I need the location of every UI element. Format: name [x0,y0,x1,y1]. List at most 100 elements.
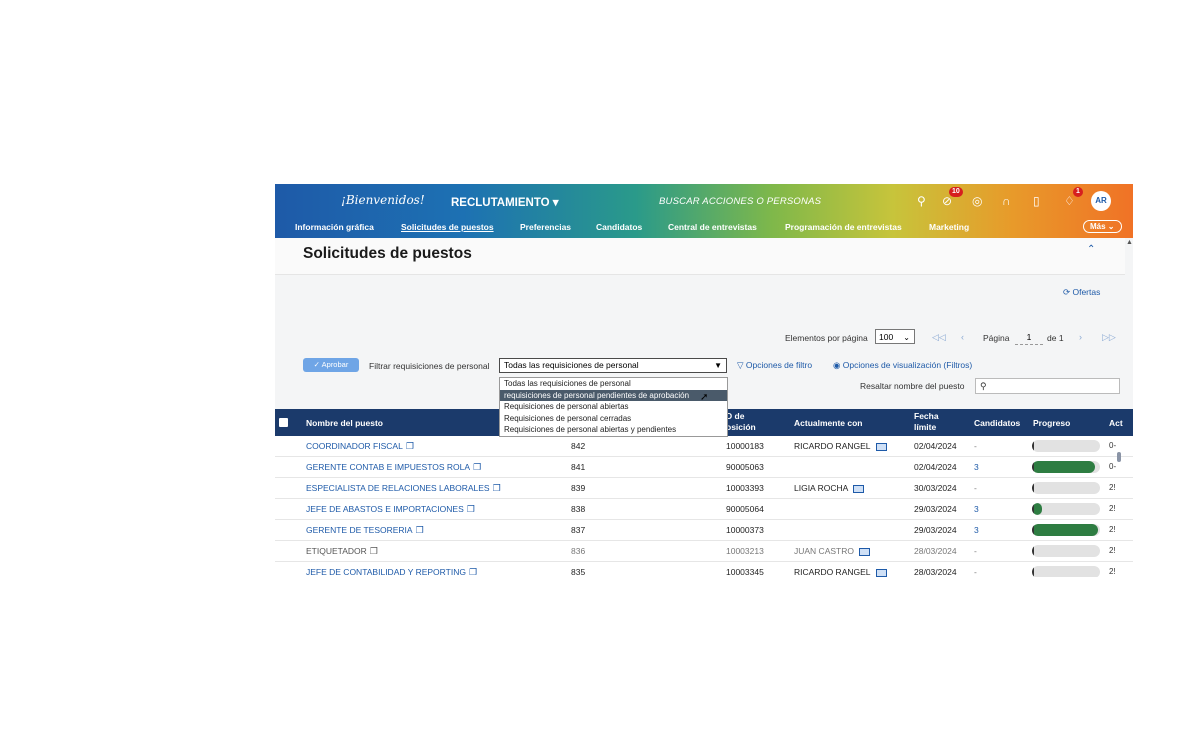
nav-central-de-entrevistas[interactable]: Central de entrevistas [668,222,757,232]
select-all-checkbox[interactable] [279,418,288,427]
prev-page-icon[interactable]: ‹ [961,332,964,342]
next-page-icon[interactable]: › [1079,332,1082,342]
job-title-link[interactable]: JEFE DE CONTABILIDAD Y REPORTING ❐ [306,567,477,577]
filter-option-highlighted[interactable]: requisiciones de personal pendientes de … [500,389,727,401]
contact-card-icon[interactable] [853,484,865,493]
candidates-count[interactable]: 3 [974,504,979,514]
col-name[interactable]: Nombre del puesto [306,418,383,429]
scroll-up-arrow[interactable]: ▲ [1126,239,1133,246]
filter-option[interactable]: Requisiciones de personal abiertas [500,401,727,413]
table-row[interactable]: GERENTE DE TESORERIA ❐ 837 10000373 29/03/20… [275,520,1133,541]
nav-candidatos[interactable]: Candidatos [596,222,642,232]
contact-card-icon[interactable] [875,442,887,451]
job-title-link[interactable]: GERENTE DE TESORERIA ❐ [306,525,424,536]
document-icon[interactable]: ❐ [469,567,477,577]
filter-dropdown-list: Todas las requisiciones de personal requ… [499,377,728,437]
table-row[interactable]: GERENTE CONTAB E IMPUESTOS ROLA ❐ 841 90005… [275,457,1133,478]
position-id: 90005064 [726,504,764,514]
filter-label: Filtrar requisiciones de personal [369,361,490,371]
module-switcher[interactable]: RECLUTAMIENTO ▾ [451,195,559,209]
col-progress[interactable]: Progreso [1033,418,1070,429]
actions-cell[interactable]: 2! [1109,567,1116,576]
notifications-badge: 1 [1073,187,1083,197]
progress-bar [1032,524,1100,536]
current-owner: RICARDO RANGEL [794,441,887,451]
chat-icon[interactable]: ◎ [972,194,982,208]
search-icon[interactable]: ⚲ [917,194,926,208]
filter-option[interactable]: Todas las requisiciones de personal [500,378,727,390]
col-current[interactable]: Actualmente con [794,418,863,429]
requisition-number: 841 [571,462,586,472]
table-scrollbar[interactable] [1117,452,1121,462]
col-position-id[interactable]: D de osición [726,411,756,433]
nav-informacion-grafica[interactable]: Información gráfica [295,222,374,232]
contact-card-icon[interactable] [875,568,887,577]
table-row[interactable]: JEFE DE CONTABILIDAD Y REPORTING ❐ 835 1000… [275,562,1133,577]
more-menu-button[interactable]: Más ⌄ [1083,220,1122,233]
filter-options-link[interactable]: ▽ Opciones de filtro [737,360,812,371]
candidates-count[interactable]: 3 [974,462,979,472]
col-due-date[interactable]: Fecha límite [914,411,939,433]
per-page-select[interactable]: 100 ⌄ [875,329,915,344]
current-owner: RICARDO RANGEL [794,567,887,577]
global-search[interactable]: BUSCAR ACCIONES O PERSONAS [659,196,821,207]
bell-icon[interactable]: ♢ [1064,194,1075,208]
progress-start-mark [1032,482,1034,494]
nav-solicitudes-de-puestos[interactable]: Solicitudes de puestos [401,222,494,232]
candidates-count[interactable]: 3 [974,525,979,535]
progress-start-mark [1032,566,1034,577]
headset-icon[interactable]: ∩ [1002,194,1011,208]
actions-cell[interactable]: 2! [1109,483,1116,492]
actions-cell[interactable]: 2! [1109,525,1116,534]
brand-logo[interactable]: ¡Bienvenidos! [341,193,425,207]
candidates-count: - [974,483,977,493]
last-page-icon[interactable]: ▷▷ [1102,332,1116,343]
job-title-link[interactable]: ETIQUETADOR ❐ [306,546,378,557]
job-title-link[interactable]: COORDINADOR FISCAL ❐ [306,441,414,452]
filter-selected-value: Todas las requisiciones de personal [504,360,639,370]
job-title-link[interactable]: GERENTE CONTAB E IMPUESTOS ROLA ❐ [306,462,481,473]
avatar[interactable]: AR [1091,191,1111,211]
nav-preferencias[interactable]: Preferencias [520,222,571,232]
nav-marketing[interactable]: Marketing [929,222,969,232]
candidates-count: - [974,567,977,577]
highlight-label: Resaltar nombre del puesto [860,381,965,391]
col-actions[interactable]: Act [1109,418,1123,429]
actions-cell[interactable]: 0- [1109,462,1116,471]
collapse-icon[interactable]: ⌃ [1087,244,1095,255]
actions-cell[interactable]: 2! [1109,504,1116,513]
col-candidates[interactable]: Candidatos [974,418,1020,429]
job-title-link[interactable]: ESPECIALISTA DE RELACIONES LABORALES ❐ [306,483,501,494]
requisition-number: 836 [571,546,586,556]
highlight-name-input[interactable]: ⚲ [975,378,1120,394]
actions-cell[interactable]: 0- [1109,441,1116,450]
view-options-link[interactable]: ◉ Opciones de visualización (Filtros) [833,360,972,371]
approve-button[interactable]: ✓ Aprobar [303,358,359,372]
filter-option[interactable]: Requisiciones de personal abiertas y pen… [500,424,727,436]
document-icon[interactable]: ❐ [406,441,414,452]
document-icon[interactable]: ❐ [473,462,481,473]
ofertas-link[interactable]: ⟳ Ofertas [1063,287,1100,298]
actions-cell[interactable]: 2! [1109,546,1116,555]
funnel-icon: ▽ [737,360,746,370]
book-icon[interactable]: ▯ [1033,194,1040,208]
filter-options-label: Opciones de filtro [745,360,813,370]
table-row[interactable]: ESPECIALISTA DE RELACIONES LABORALES ❐ 839… [275,478,1133,499]
table-row[interactable]: COORDINADOR FISCAL ❐ 842 10000183 RICARDO RA… [275,436,1133,457]
page-number-input[interactable]: 1 [1015,330,1043,345]
table-row[interactable]: JEFE DE ABASTOS E IMPORTACIONES ❐ 838 90005… [275,499,1133,520]
job-title-link[interactable]: JEFE DE ABASTOS E IMPORTACIONES ❐ [306,504,475,515]
requisition-filter-select[interactable]: Todas las requisiciones de personal ▼ [499,358,727,373]
first-page-icon[interactable]: ◁◁ [932,332,946,343]
job-title: JEFE DE CONTABILIDAD Y REPORTING [306,567,466,577]
document-icon[interactable]: ❐ [416,525,424,536]
requisition-number: 835 [571,567,586,577]
contact-card-icon[interactable] [858,547,870,556]
job-title: JEFE DE ABASTOS E IMPORTACIONES [306,504,464,514]
document-icon[interactable]: ❐ [467,504,475,515]
filter-option[interactable]: Requisiciones de personal cerradas [500,413,727,425]
document-icon[interactable]: ❐ [493,483,501,494]
nav-programacion-de-entrevistas[interactable]: Programación de entrevistas [785,222,902,232]
table-row[interactable]: ETIQUETADOR ❐ 836 10003213 JUAN CASTRO 28/03/… [275,541,1133,562]
document-icon[interactable]: ❐ [370,546,378,557]
